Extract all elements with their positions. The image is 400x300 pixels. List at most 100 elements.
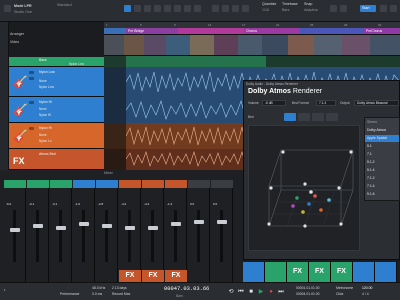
time-signature[interactable]: 4 / 4 bbox=[362, 292, 369, 296]
mixer-channel-strip[interactable]: -1.0 bbox=[73, 180, 95, 282]
channel-volume-value[interactable]: 0.0 bbox=[213, 202, 217, 206]
bed-format-select[interactable]: 7.1.4 bbox=[316, 100, 336, 106]
view-front-button[interactable] bbox=[284, 113, 296, 121]
bus-footer[interactable] bbox=[243, 262, 265, 282]
timebase-value[interactable]: Bars bbox=[282, 8, 289, 12]
channel-volume-value[interactable]: -1.0 bbox=[75, 202, 80, 206]
mute-button[interactable] bbox=[29, 127, 34, 130]
menu-option[interactable]: 7.1.4 bbox=[367, 184, 375, 188]
menu-option[interactable]: Dolby Atmos bbox=[367, 128, 386, 132]
menu-option[interactable]: 5.1 bbox=[367, 144, 372, 148]
menu-option[interactable]: Apple Spatial bbox=[367, 136, 387, 140]
track-header[interactable]: Bass Nylon Low bbox=[9, 57, 104, 67]
edit-view-icon[interactable] bbox=[330, 5, 337, 12]
channel-volume-value[interactable]: 0.0 bbox=[190, 202, 194, 206]
channel-fader-track[interactable] bbox=[105, 210, 108, 262]
mix-view-icon[interactable] bbox=[340, 5, 347, 12]
mixer-channel-strip[interactable]: -1.3 FX bbox=[165, 180, 187, 282]
record-icon[interactable]: ● bbox=[268, 289, 274, 295]
channel-volume-value[interactable]: -4.2 bbox=[144, 202, 149, 206]
bus-footer[interactable] bbox=[353, 262, 375, 282]
track-header[interactable]: 🎸 Nylon Low None Nylon Low bbox=[9, 67, 104, 97]
position-display[interactable]: 00047.03.03.66 bbox=[164, 286, 209, 292]
channel-fader-track[interactable] bbox=[59, 210, 62, 262]
channel-fader-cap[interactable] bbox=[148, 226, 158, 230]
bus-footer[interactable]: FX bbox=[331, 262, 353, 282]
channel-fader-cap[interactable] bbox=[56, 226, 66, 230]
mixer-channel-strip[interactable]: -4.2 FX bbox=[142, 180, 164, 282]
channel-fader-track[interactable] bbox=[13, 210, 16, 262]
paint-tool-icon[interactable] bbox=[164, 5, 171, 12]
video-track-thumbnails[interactable] bbox=[104, 34, 400, 56]
channel-fader-cap[interactable] bbox=[194, 220, 204, 224]
channel-fader-track[interactable] bbox=[151, 210, 154, 262]
menu-option[interactable]: 9.1.6 bbox=[367, 192, 375, 196]
loop-start[interactable]: 00001.01.01.00 bbox=[296, 286, 320, 290]
channel-fader-cap[interactable] bbox=[102, 224, 112, 228]
mute-button[interactable] bbox=[29, 101, 34, 104]
channel-fader-cap[interactable] bbox=[33, 224, 43, 228]
channel-volume-value[interactable]: -2.8 bbox=[98, 202, 103, 206]
rewind-icon[interactable]: ⏮ bbox=[238, 289, 244, 295]
channel-fader-track[interactable] bbox=[82, 210, 85, 262]
track-output[interactable]: Nylon Hi bbox=[39, 113, 51, 117]
bus-footer[interactable] bbox=[375, 262, 397, 282]
bus-footer[interactable] bbox=[265, 262, 287, 282]
loop-icon[interactable]: ⟲ bbox=[228, 289, 234, 295]
3d-room-view[interactable] bbox=[248, 125, 360, 251]
browse-icon[interactable] bbox=[380, 5, 387, 12]
mixer-channel-strip[interactable]: 0.0 bbox=[211, 180, 233, 282]
click-label[interactable]: Click bbox=[336, 292, 343, 296]
track-header[interactable]: 🎸 Nylon Hi None Nylon Lo bbox=[9, 123, 104, 149]
tempo-value[interactable]: 120.00 bbox=[362, 286, 372, 290]
track-input[interactable]: Nylon Low bbox=[69, 62, 84, 66]
forward-icon[interactable]: ⏭ bbox=[278, 289, 284, 295]
play-icon[interactable]: ▶ bbox=[258, 289, 264, 295]
snap-toggle-icon[interactable] bbox=[222, 5, 229, 12]
track-input[interactable]: None bbox=[39, 133, 47, 137]
audio-event[interactable] bbox=[126, 56, 266, 67]
channel-volume-value[interactable]: -6.0 bbox=[6, 202, 11, 206]
mixer-channel-strip[interactable]: -3.1 bbox=[50, 180, 72, 282]
bend-tool-icon[interactable] bbox=[184, 5, 191, 12]
track-input[interactable]: None bbox=[39, 79, 47, 83]
channel-fader-track[interactable] bbox=[197, 210, 200, 262]
menu-icon[interactable] bbox=[390, 5, 397, 12]
channel-volume-value[interactable]: -4.2 bbox=[121, 202, 126, 206]
track-header[interactable]: FX Atmos Bed bbox=[9, 149, 104, 170]
mixer-channel-strip[interactable]: -6.0 bbox=[4, 180, 26, 282]
snap-value[interactable]: Adaptive bbox=[304, 8, 318, 12]
arrow-tool-icon[interactable] bbox=[124, 5, 131, 12]
channel-fader-cap[interactable] bbox=[217, 220, 227, 224]
autoscroll-icon[interactable] bbox=[212, 5, 219, 12]
split-tool-icon[interactable] bbox=[144, 5, 151, 12]
view-side-button[interactable] bbox=[312, 113, 324, 121]
mixer-channel-strip[interactable]: -0.1 bbox=[27, 180, 49, 282]
output-select[interactable]: Dolby Atmos Binaural bbox=[354, 100, 399, 106]
track-lane[interactable] bbox=[104, 56, 400, 67]
selector-dropdown[interactable]: Standard bbox=[57, 3, 72, 7]
listen-tool-icon[interactable] bbox=[194, 5, 201, 12]
track-output[interactable]: Nylon Lo bbox=[39, 139, 52, 143]
channel-volume-value[interactable]: -1.3 bbox=[167, 202, 172, 206]
menu-option[interactable]: 7.1.2 bbox=[367, 176, 375, 180]
mixer-channel-strip[interactable]: -2.8 bbox=[96, 180, 118, 282]
bus-footer[interactable]: FX bbox=[309, 262, 331, 282]
channel-fader-cap[interactable] bbox=[79, 222, 89, 226]
view-top-button[interactable] bbox=[298, 113, 310, 121]
bus-footer[interactable]: FX bbox=[287, 262, 309, 282]
mixer-channel-strip[interactable]: 0.0 bbox=[188, 180, 210, 282]
volume-field[interactable]: -6 dB bbox=[262, 100, 286, 106]
menu-option[interactable]: 5.1.2 bbox=[367, 160, 375, 164]
ripple-icon[interactable] bbox=[242, 5, 249, 12]
solo-button[interactable] bbox=[29, 77, 34, 80]
channel-fader-track[interactable] bbox=[128, 210, 131, 262]
arranger-track-label[interactable]: Arranger bbox=[10, 32, 24, 36]
track-input[interactable]: None bbox=[39, 107, 47, 111]
quantize-value[interactable]: 1/16 bbox=[262, 8, 269, 12]
menu-option[interactable]: 7.1 bbox=[367, 152, 372, 156]
view-perspective-button[interactable] bbox=[326, 113, 338, 121]
channel-fader-cap[interactable] bbox=[10, 228, 20, 232]
channel-fader-track[interactable] bbox=[174, 210, 177, 262]
loop-end[interactable]: 00004.01.01.00 bbox=[296, 292, 320, 296]
